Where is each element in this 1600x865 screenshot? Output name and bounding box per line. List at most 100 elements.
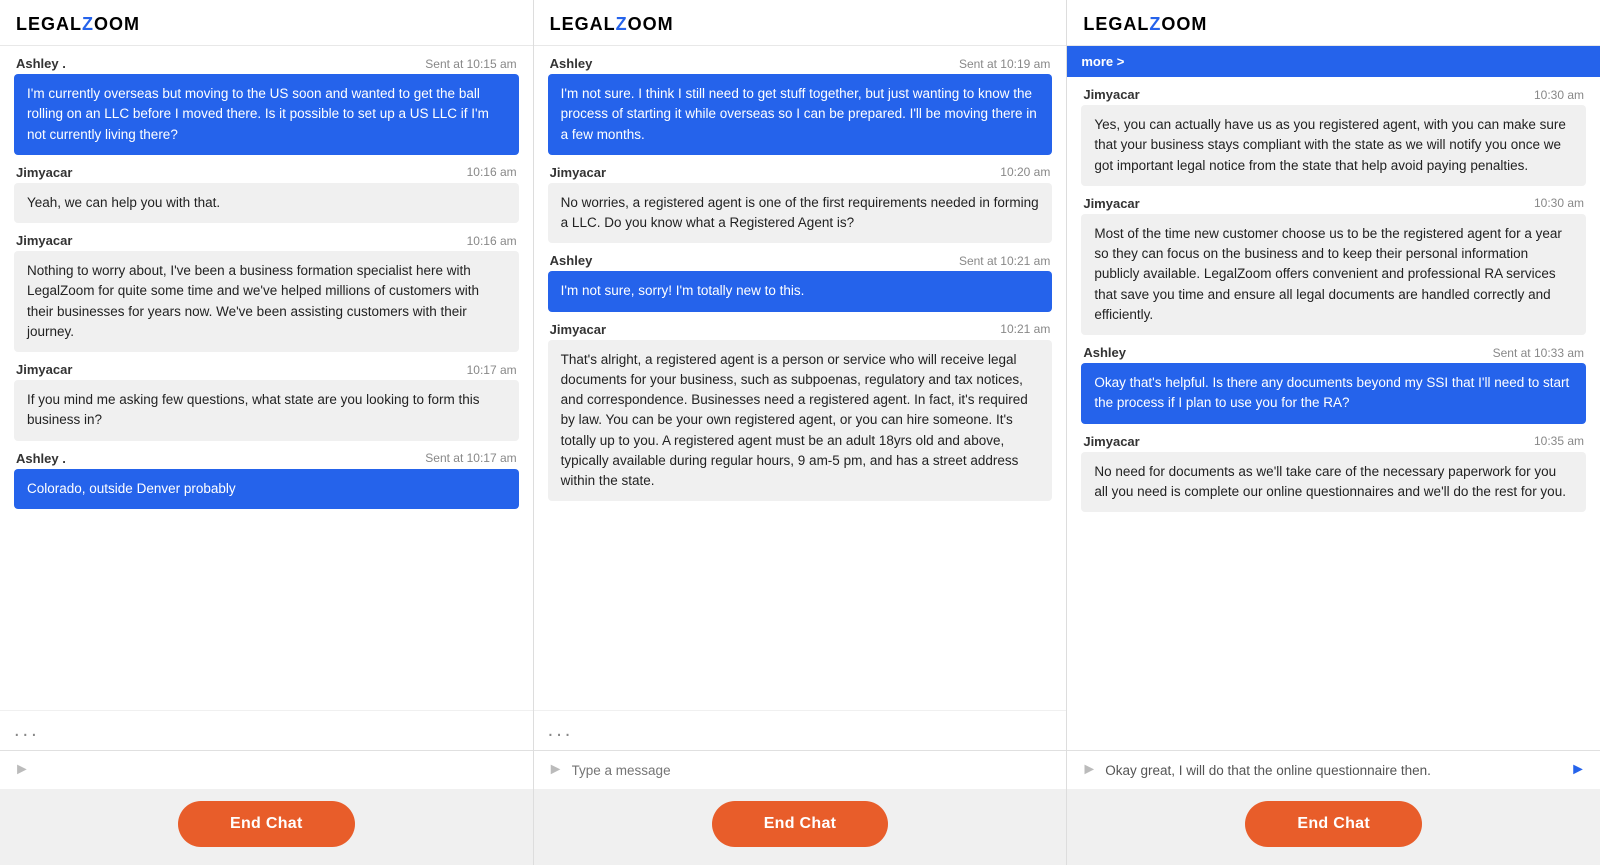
chat-messages: Ashley . Sent at 10:15 am I'm currently ov… [0, 46, 533, 710]
logo-legal: LEGAL [1083, 14, 1149, 35]
message-time: Sent at 10:17 am [425, 451, 516, 465]
chat-input-area: ► [534, 750, 1067, 789]
logo-oom: OOM [628, 14, 674, 35]
sender-name: Jimyacar [16, 165, 72, 180]
message-row: Jimyacar10:30 am Most of the time new cus… [1081, 196, 1586, 335]
message-bubble-user: Okay that's helpful. Is there any docume… [1081, 363, 1586, 424]
sender-name: Jimyacar [1083, 434, 1139, 449]
chat-panel-1: LEGALZOOM Ashley . Sent at 10:15 am I'm cur… [0, 0, 534, 865]
message-bubble-user: I'm not sure, sorry! I'm totally new to … [548, 271, 1053, 311]
message-row: AshleySent at 10:19 amI'm not sure. I th… [548, 56, 1053, 155]
panel-header: LEGALZOOM [534, 0, 1067, 46]
message-time: Sent at 10:21 am [959, 254, 1050, 268]
logo-zoom: ZOOM [616, 14, 674, 35]
sender-name: Jimyacar [16, 362, 72, 377]
message-time: Sent at 10:19 am [959, 57, 1050, 71]
message-bubble-user: Colorado, outside Denver probably [14, 469, 519, 509]
message-bubble-agent: Yeah, we can help you with that. [14, 183, 519, 223]
message-row: Jimyacar 10:16 am Yeah, we can help you wi… [14, 165, 519, 223]
chat-messages: Jimyacar 10:30 am Yes, you can actually ha… [1067, 77, 1600, 750]
logo: LEGALZOOM [16, 14, 517, 35]
message-input[interactable] [1105, 763, 1562, 778]
message-meta: Jimyacar 10:17 am [14, 362, 519, 377]
logo: LEGALZOOM [550, 14, 1051, 35]
message-time: 10:21 am [1000, 322, 1050, 336]
send-icon-left[interactable]: ► [1081, 761, 1097, 779]
logo: LEGALZOOM [1083, 14, 1584, 35]
logo-oom: OOM [94, 14, 140, 35]
message-meta: Jimyacar 10:16 am [14, 165, 519, 180]
message-meta: Ashley . Sent at 10:17 am [14, 451, 519, 466]
logo-z-letter: Z [1149, 14, 1161, 35]
sender-name: Ashley [550, 56, 593, 71]
message-time: 10:17 am [467, 363, 517, 377]
logo-oom: OOM [1161, 14, 1207, 35]
chat-input-area: ►► [1067, 750, 1600, 789]
sender-name: Ashley [1083, 345, 1126, 360]
message-meta: Jimyacar 10:21 am [548, 322, 1053, 337]
message-meta: Ashley Sent at 10:21 am [548, 253, 1053, 268]
message-meta: Ashley Sent at 10:19 am [548, 56, 1053, 71]
typing-indicator: ... [0, 710, 533, 750]
logo-legal: LEGAL [550, 14, 616, 35]
message-row: Jimyacar10:21 amThat's alright, a regist… [548, 322, 1053, 502]
panel-header: LEGALZOOM [1067, 0, 1600, 46]
logo-legal: LEGAL [16, 14, 82, 35]
message-time: 10:35 am [1534, 434, 1584, 448]
send-icon-left[interactable]: ► [548, 761, 564, 779]
panel-header: LEGALZOOM [0, 0, 533, 46]
chat-panel-2: LEGALZOOM Ashley Sent at 10:19 am I'm not s… [534, 0, 1068, 865]
sender-name: Ashley [550, 253, 593, 268]
send-icon-left[interactable]: ► [14, 761, 30, 779]
chat-footer: End Chat [1067, 789, 1600, 865]
message-bubble-agent: No worries, a registered agent is one of… [548, 183, 1053, 244]
message-meta: Jimyacar 10:16 am [14, 233, 519, 248]
logo-zoom: ZOOM [82, 14, 140, 35]
sender-name: Jimyacar [550, 165, 606, 180]
message-row: Ashley Sent at 10:21 am I'm not sure, sorr… [548, 253, 1053, 311]
sender-name: Jimyacar [550, 322, 606, 337]
message-row: Jimyacar 10:20 am No worries, a registered… [548, 165, 1053, 244]
end-chat-button[interactable]: End Chat [1245, 801, 1422, 847]
message-time: 10:16 am [467, 234, 517, 248]
message-meta: Ashley . Sent at 10:15 am [14, 56, 519, 71]
logo-zoom: ZOOM [1149, 14, 1207, 35]
sender-name: Ashley . [16, 56, 66, 71]
sender-name: Ashley . [16, 451, 66, 466]
blue-header-bar[interactable]: more > [1067, 46, 1600, 77]
message-meta: Jimyacar 10:20 am [548, 165, 1053, 180]
message-bubble-agent: If you mind me asking few questions, wha… [14, 380, 519, 441]
message-time: 10:20 am [1000, 165, 1050, 179]
chat-footer: End Chat [0, 789, 533, 865]
message-time: 10:16 am [467, 165, 517, 179]
message-row: Jimyacar 10:16 am Nothing to worry about, … [14, 233, 519, 352]
message-input[interactable] [38, 763, 519, 778]
message-row: Jimyacar 10:30 am Yes, you can actually ha… [1081, 87, 1586, 186]
send-icon-right[interactable]: ► [1570, 761, 1586, 779]
message-time: 10:30 am [1534, 88, 1584, 102]
message-meta: AshleySent at 10:33 am [1081, 345, 1586, 360]
message-meta: Jimyacar10:30 am [1081, 196, 1586, 211]
chat-panel-3: LEGALZOOM more > Jimyacar 10:30 am Yes, you … [1067, 0, 1600, 865]
message-meta: Jimyacar 10:30 am [1081, 87, 1586, 102]
logo-z-letter: Z [82, 14, 94, 35]
message-row: Ashley . Sent at 10:17 am Colorado, outsid… [14, 451, 519, 509]
message-row: Jimyacar 10:17 am If you mind me asking fe… [14, 362, 519, 441]
message-bubble-agent: Most of the time new customer choose us … [1081, 214, 1586, 335]
chat-messages: AshleySent at 10:19 amI'm not sure. I th… [534, 46, 1067, 710]
sender-name: Jimyacar [16, 233, 72, 248]
sender-name: Jimyacar [1083, 196, 1139, 211]
sender-name: Jimyacar [1083, 87, 1139, 102]
end-chat-button[interactable]: End Chat [712, 801, 889, 847]
message-row: Ashley . Sent at 10:15 am I'm currently ov… [14, 56, 519, 155]
message-row: AshleySent at 10:33 am Okay that's helpfu… [1081, 345, 1586, 424]
message-bubble-agent: No need for documents as we'll take care… [1081, 452, 1586, 513]
message-bubble-user: I'm currently overseas but moving to the… [14, 74, 519, 155]
message-time: Sent at 10:15 am [425, 57, 516, 71]
message-bubble-agent: Nothing to worry about, I've been a busi… [14, 251, 519, 352]
end-chat-button[interactable]: End Chat [178, 801, 355, 847]
message-input[interactable] [572, 763, 1053, 778]
message-bubble-agent: Yes, you can actually have us as you reg… [1081, 105, 1586, 186]
chat-footer: End Chat [534, 789, 1067, 865]
typing-indicator: ... [534, 710, 1067, 750]
